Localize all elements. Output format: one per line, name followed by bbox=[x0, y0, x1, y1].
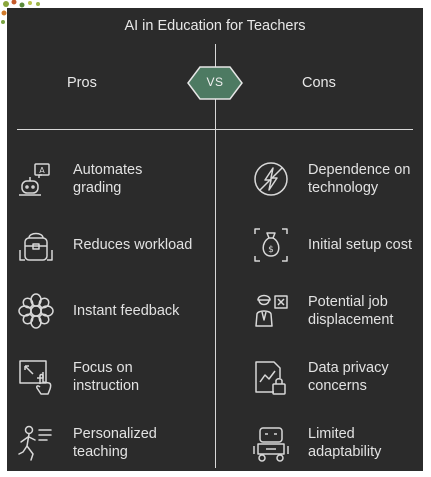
vertical-divider bbox=[215, 44, 216, 468]
pro-item-automates-grading: A Automates grading bbox=[15, 158, 193, 200]
robot-icon bbox=[250, 422, 292, 464]
backpack-icon bbox=[15, 224, 57, 266]
cons-heading: Cons bbox=[302, 75, 336, 91]
pointer-focus-icon bbox=[15, 356, 57, 398]
pro-item-instant-feedback: Instant feedback bbox=[15, 290, 193, 332]
teacher-icon bbox=[15, 422, 57, 464]
page-title: AI in Education for Teachers bbox=[124, 18, 306, 34]
money-bag-icon: $ bbox=[250, 224, 292, 266]
locked-chart-icon bbox=[250, 356, 292, 398]
svg-text:$: $ bbox=[268, 245, 274, 255]
horizontal-divider bbox=[17, 129, 413, 130]
con-item-label: Dependence on technology bbox=[308, 162, 411, 196]
con-item-data-privacy-concerns: Data privacy concerns bbox=[250, 356, 428, 398]
svg-text:A: A bbox=[39, 166, 45, 175]
pro-item-label: Focus on instruction bbox=[73, 360, 140, 394]
con-item-potential-job-displacement: Potential job displacement bbox=[250, 290, 428, 332]
vs-label: VS bbox=[206, 75, 224, 89]
con-item-label: Initial setup cost bbox=[308, 237, 412, 253]
pro-item-personalized-teaching: Personalized teaching bbox=[15, 422, 193, 464]
pro-item-focus-on-instruction: Focus on instruction bbox=[15, 356, 193, 398]
pro-item-reduces-workload: Reduces workload bbox=[15, 224, 193, 266]
con-item-label: Potential job displacement bbox=[308, 294, 394, 328]
con-item-dependence-on-technology: Dependence on technology bbox=[250, 158, 428, 200]
pro-item-label: Reduces workload bbox=[73, 237, 193, 253]
comparison-panel: AI in Education for Teachers Pros Cons V… bbox=[7, 8, 423, 471]
power-off-icon bbox=[250, 158, 292, 200]
vs-badge: VS bbox=[187, 65, 243, 101]
robot-grading-icon: A bbox=[15, 158, 57, 200]
con-item-limited-adaptability: Limited adaptability bbox=[250, 422, 428, 464]
con-item-initial-setup-cost: $ Initial setup cost bbox=[250, 224, 428, 266]
worker-cross-icon bbox=[250, 290, 292, 332]
con-item-label: Data privacy concerns bbox=[308, 360, 389, 394]
pro-item-label: Automates grading bbox=[73, 162, 143, 196]
flower-icon bbox=[15, 290, 57, 332]
pros-heading: Pros bbox=[67, 75, 97, 91]
pro-item-label: Personalized teaching bbox=[73, 426, 157, 460]
con-item-label: Limited adaptability bbox=[308, 426, 382, 460]
pro-item-label: Instant feedback bbox=[73, 303, 180, 319]
